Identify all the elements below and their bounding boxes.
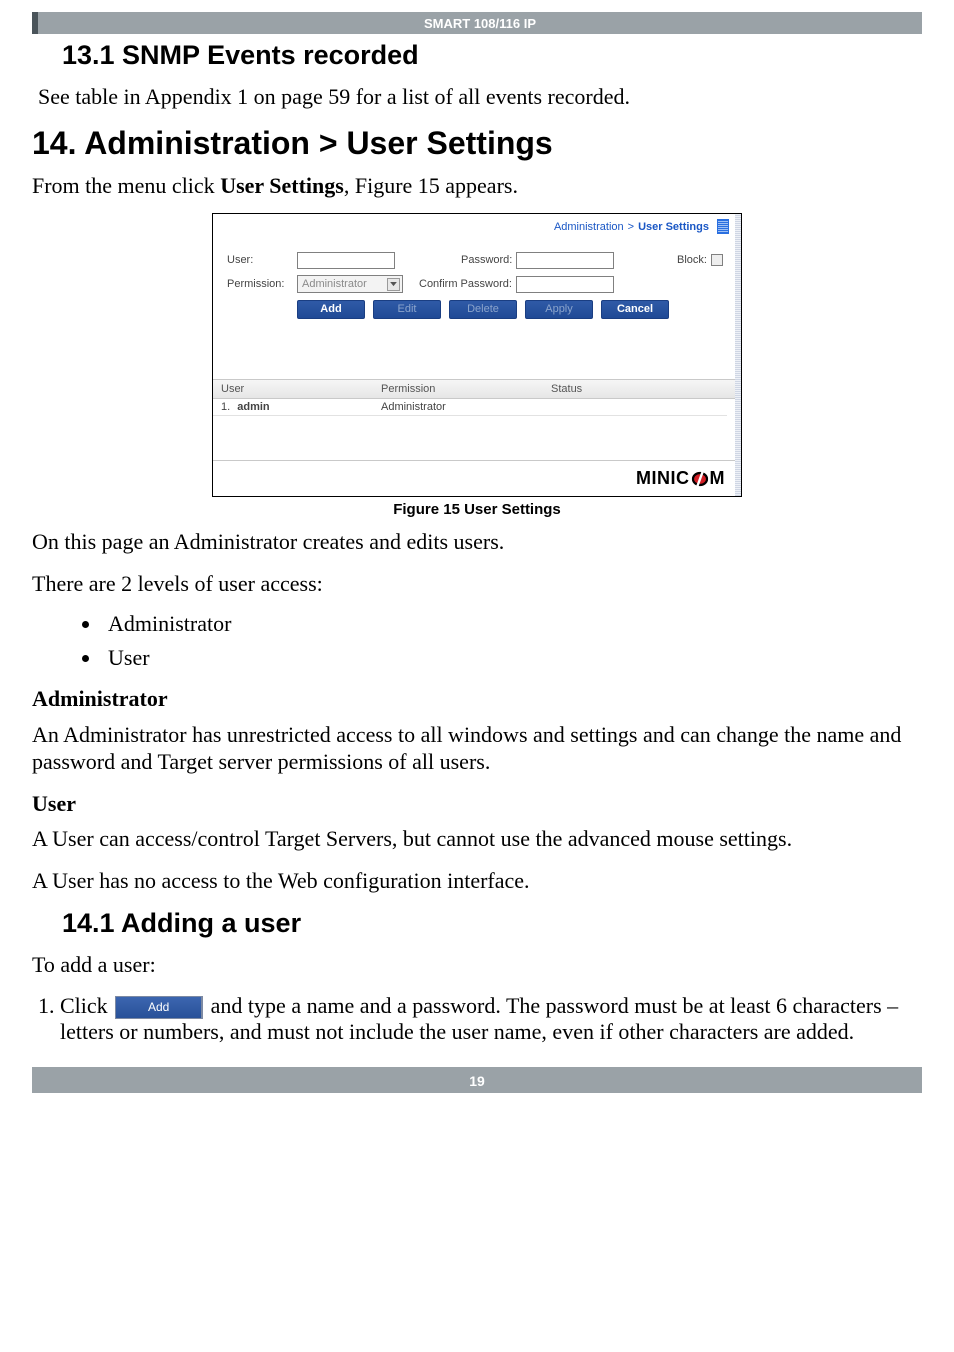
delete-button[interactable]: Delete [449,300,517,319]
heading-14: 14. Administration > User Settings [32,125,922,162]
paragraph-see-table: See table in Appendix 1 on page 59 for a… [38,83,922,111]
permission-select[interactable]: Administrator [297,275,403,293]
step-1: Click Add and type a name and a password… [60,993,922,1045]
paragraph-to-add: To add a user: [32,951,922,979]
paragraph-user-desc-1: A User can access/control Target Servers… [32,825,922,853]
permission-select-value: Administrator [302,278,367,290]
paragraph-from-menu-c: , Figure 15 appears. [344,173,518,198]
subheading-user: User [32,790,922,818]
row-index: 1. [221,401,230,413]
row-permission: Administrator [373,399,543,415]
subheading-administrator: Administrator [32,685,922,713]
block-checkbox[interactable] [711,254,723,266]
row-status [543,399,727,415]
scrollbar-track[interactable] [735,214,741,496]
edit-button[interactable]: Edit [373,300,441,319]
confirm-password-label: Confirm Password: [419,278,512,290]
column-permission: Permission [373,380,543,398]
user-settings-screenshot: Administration > User Settings User: Pas… [212,213,742,497]
paragraph-from-menu: From the menu click User Settings, Figur… [32,172,922,200]
breadcrumb-separator: > [628,221,634,233]
confirm-password-input[interactable] [516,276,614,293]
add-button-inline[interactable]: Add [115,996,203,1019]
heading-13-1: 13.1 SNMP Events recorded [62,40,922,71]
header-banner-text: SMART 108/116 IP [424,16,536,31]
page-number: 19 [469,1073,485,1089]
access-levels-list: Administrator User [102,611,922,671]
cancel-button[interactable]: Cancel [601,300,669,319]
logo-icon [691,471,709,487]
step-1-text-a: Click [60,993,113,1018]
logo-part-b: M [710,468,726,489]
minicom-logo: MINIC M [636,468,725,489]
permission-label: Permission: [227,278,293,290]
breadcrumb-administration[interactable]: Administration [554,221,624,233]
heading-14-1: 14.1 Adding a user [62,908,922,939]
chevron-down-icon [387,278,400,291]
paragraph-from-menu-a: From the menu click [32,173,220,198]
password-input[interactable] [516,252,614,269]
add-user-steps: Click Add and type a name and a password… [32,993,922,1045]
add-button[interactable]: Add [297,300,365,319]
paragraph-from-menu-b: User Settings [220,173,344,198]
row-username: admin [237,401,269,413]
user-input[interactable] [297,252,395,269]
header-banner: SMART 108/116 IP [32,12,922,34]
figure-15-caption: Figure 15 User Settings [393,501,561,518]
password-label: Password: [461,254,512,266]
paragraph-user-desc-2: A User has no access to the Web configur… [32,867,922,895]
user-table-header: User Permission Status [213,379,735,399]
paragraph-administrator-desc: An Administrator has unrestricted access… [32,721,922,776]
paragraph-on-this-page: On this page an Administrator creates an… [32,528,922,556]
user-label: User: [227,254,293,266]
paragraph-two-levels: There are 2 levels of user access: [32,570,922,598]
list-item-administrator: Administrator [102,611,922,637]
breadcrumb-icon [717,219,729,234]
column-status: Status [543,380,735,398]
logo-part-a: MINIC [636,468,690,489]
footer-banner: 19 [32,1067,922,1093]
column-user: User [213,380,373,398]
breadcrumb-user-settings: User Settings [638,221,709,233]
block-label: Block: [677,254,707,266]
list-item-user: User [102,645,922,671]
table-row[interactable]: 1. admin Administrator [213,399,727,416]
apply-button[interactable]: Apply [525,300,593,319]
